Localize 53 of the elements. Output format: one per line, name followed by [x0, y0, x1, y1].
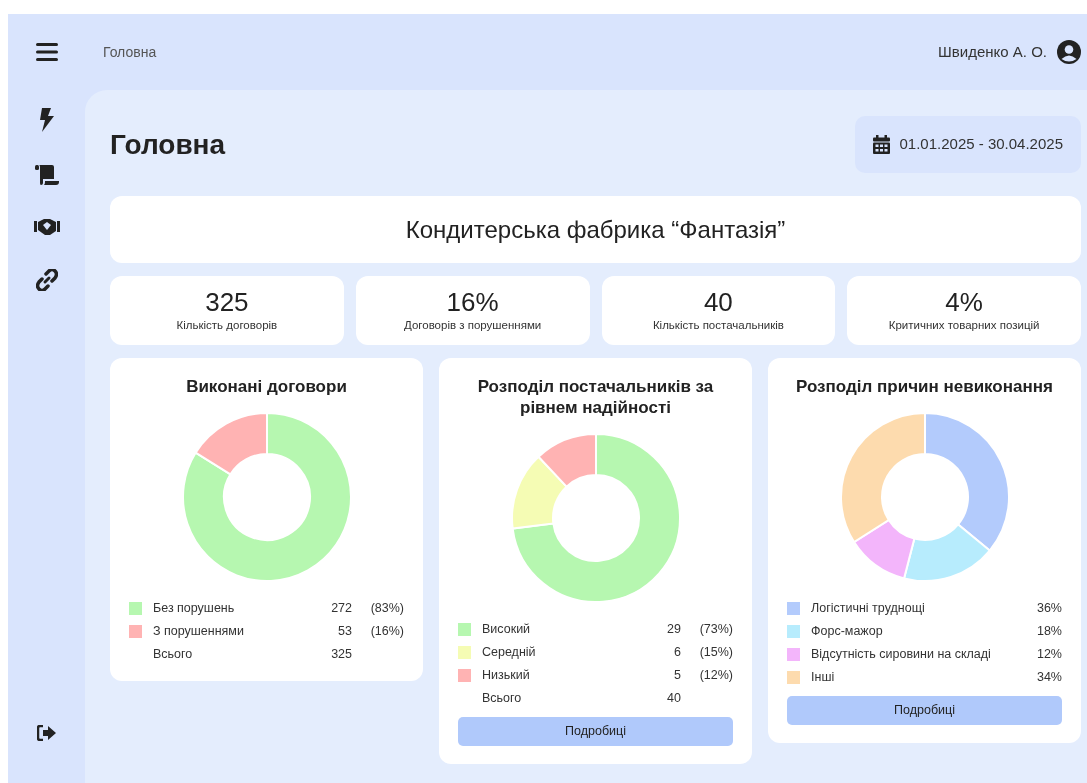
user-name: Швиденко А. О.	[938, 41, 1047, 62]
legend-percent: 12%	[1035, 645, 1062, 663]
bolt-icon[interactable]	[38, 108, 55, 132]
user-avatar-icon[interactable]	[1057, 40, 1081, 64]
stat-value: 40	[703, 286, 733, 317]
menu-icon[interactable]	[35, 43, 58, 61]
card-title: Розподіл причин невиконання	[795, 376, 1054, 397]
scroll-icon[interactable]	[34, 165, 59, 185]
total-label: Всього	[153, 645, 194, 663]
breadcrumb[interactable]: Головна	[103, 41, 157, 63]
stat-label: Кількість договорів	[176, 317, 278, 333]
legend-percent: (15%)	[698, 643, 733, 661]
details-button[interactable]: Подробиці	[458, 717, 733, 746]
logout-icon[interactable]	[36, 725, 57, 741]
legend-percent: 34%	[1035, 668, 1062, 686]
legend-label: Середній	[482, 643, 537, 661]
legend-label: З порушеннями	[153, 622, 245, 640]
stat-value: 4%	[945, 286, 983, 317]
stat-label: Критичних товарних позицій	[888, 317, 1040, 333]
total-count: 325	[330, 645, 352, 663]
legend-count: 29	[666, 620, 681, 638]
legend-percent: (16%)	[369, 622, 404, 640]
legend-label: Без порушень	[153, 599, 236, 617]
stat-value: 325	[205, 286, 249, 317]
stat-label: Кількість постачальників	[652, 317, 784, 333]
total-count: 40	[666, 689, 681, 707]
legend-count: 5	[673, 666, 681, 684]
legend-count: 272	[330, 599, 352, 617]
legend-label: Низький	[482, 666, 531, 684]
legend-label: Форс-мажор	[811, 622, 884, 640]
card-title: Розподіл постачальників за рівнем надійності	[476, 376, 715, 418]
company-name: Кондитерська фабрика “Фантазія”	[405, 214, 786, 245]
card-title: Виконані договори	[185, 376, 348, 397]
legend-label: Логістичні труднощі	[811, 599, 926, 617]
handshake-icon[interactable]	[33, 218, 60, 236]
legend-label: Високий	[482, 620, 532, 638]
stat-value: 16%	[446, 286, 499, 317]
total-label: Всього	[482, 689, 523, 707]
legend-percent: (12%)	[698, 666, 733, 684]
legend-count: 6	[673, 643, 681, 661]
legend-percent: 18%	[1035, 622, 1062, 640]
page-title: Головна	[110, 127, 226, 162]
legend-label: Відсутність сировини на складі	[811, 645, 992, 663]
legend-percent: (73%)	[698, 620, 733, 638]
legend-percent: 36%	[1035, 599, 1062, 617]
legend-count: 53	[337, 622, 352, 640]
stat-label: Договорів з порушеннями	[404, 317, 542, 333]
legend-percent: (83%)	[369, 599, 404, 617]
legend-label: Інші	[811, 668, 836, 686]
details-button[interactable]: Подробиці	[787, 696, 1062, 725]
link-icon[interactable]	[35, 269, 58, 291]
calendar-icon	[872, 135, 890, 154]
date-range-button[interactable]: 01.01.2025 - 30.04.2025	[854, 116, 1081, 173]
